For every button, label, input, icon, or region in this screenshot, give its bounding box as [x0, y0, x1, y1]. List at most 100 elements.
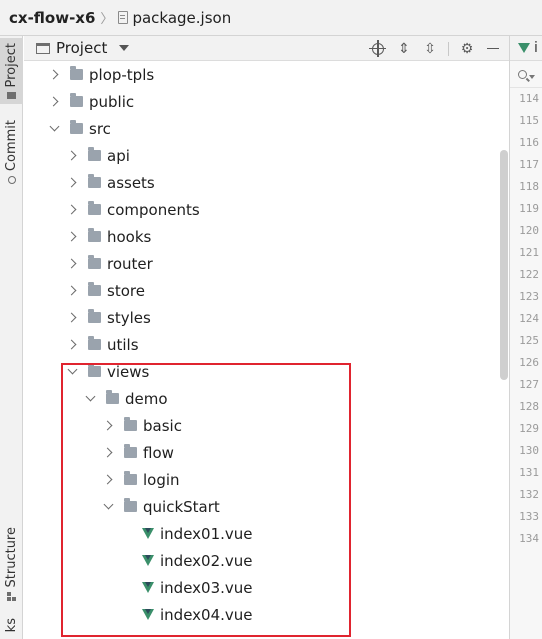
tree-folder-item[interactable]: login [24, 466, 509, 493]
folder-icon [88, 174, 101, 188]
folder-icon [88, 147, 101, 161]
tree-folder-item[interactable]: plop-tpls [24, 61, 509, 88]
folder-icon [88, 255, 101, 269]
hide-button[interactable] [485, 41, 501, 57]
chevron-right-icon[interactable] [102, 474, 114, 486]
chevron-right-icon[interactable] [66, 258, 78, 270]
tree-item-label: plop-tpls [89, 65, 155, 84]
tree-item-label: views [107, 362, 150, 381]
line-number: 127 [519, 378, 539, 391]
chevron-right-icon[interactable] [66, 204, 78, 216]
tree-folder-item[interactable]: api [24, 142, 509, 169]
breadcrumb-file[interactable]: package.json [132, 9, 231, 27]
chevron-down-icon[interactable] [48, 121, 60, 135]
tree-file-item[interactable]: index04.vue [24, 601, 509, 628]
folder-icon [88, 282, 101, 296]
tool-tab-commit[interactable]: Commit [0, 118, 23, 186]
tree-file-item[interactable]: index02.vue [24, 547, 509, 574]
chevron-right-icon[interactable] [48, 69, 60, 81]
folder-icon [88, 336, 101, 350]
tree-folder-item[interactable]: demo [24, 385, 509, 412]
tree-folder-item[interactable]: styles [24, 304, 509, 331]
vue-file-icon [518, 43, 530, 53]
tree-folder-item[interactable]: components [24, 196, 509, 223]
tree-folder-item[interactable]: hooks [24, 223, 509, 250]
tree-folder-item[interactable]: views [24, 358, 509, 385]
folder-icon [124, 498, 137, 512]
editor-search-field[interactable] [510, 61, 542, 88]
line-number: 114 [519, 92, 539, 105]
chevron-right-icon[interactable] [102, 447, 114, 459]
line-number: 134 [519, 532, 539, 545]
expand-all-button[interactable]: ⇕ [396, 41, 412, 57]
tool-tab-bookmarks-label: ks [4, 618, 19, 633]
folder-icon [124, 444, 137, 458]
structure-icon [7, 591, 16, 601]
chevron-right-icon[interactable] [66, 231, 78, 243]
tool-tab-structure[interactable]: Structure [0, 524, 23, 604]
chevron-right-icon[interactable] [102, 420, 114, 432]
tree-item-label: index01.vue [160, 524, 253, 543]
tree-folder-item[interactable]: store [24, 277, 509, 304]
chevron-down-icon[interactable] [66, 364, 78, 378]
chevron-right-icon[interactable] [66, 285, 78, 297]
editor-tab[interactable]: i [510, 36, 542, 61]
project-view-icon [36, 42, 50, 54]
line-number: 117 [519, 158, 539, 171]
project-view-title[interactable]: Project [56, 39, 107, 57]
tree-item-label: index03.vue [160, 578, 253, 597]
line-number: 133 [519, 510, 539, 523]
collapse-all-button[interactable]: ⇳ [422, 41, 438, 57]
line-number: 119 [519, 202, 539, 215]
line-number: 116 [519, 136, 539, 149]
tool-tab-bookmarks[interactable]: ks [0, 618, 23, 639]
chevron-right-icon[interactable] [66, 312, 78, 324]
select-opened-file-button[interactable] [369, 39, 386, 57]
chevron-down-icon[interactable] [119, 45, 130, 51]
tree-item-label: assets [107, 173, 155, 192]
folder-icon [88, 201, 101, 215]
tree-folder-item[interactable]: public [24, 88, 509, 115]
tree-folder-item[interactable]: assets [24, 169, 509, 196]
search-options-icon [529, 75, 535, 79]
tree-file-item[interactable]: index03.vue [24, 574, 509, 601]
tree-item-label: basic [143, 416, 182, 435]
chevron-right-icon[interactable] [66, 339, 78, 351]
editor-panel: i 114 115 116 117 118 119 120 121 122 123 124 125 12… [509, 36, 542, 639]
tool-tab-project[interactable]: Project [0, 38, 23, 104]
tree-item-label: components [107, 200, 200, 219]
tree-folder-item[interactable]: quickStart [24, 493, 509, 520]
chevron-down-icon[interactable] [102, 499, 114, 513]
commit-icon [7, 175, 16, 184]
tree-folder-item[interactable]: utils [24, 331, 509, 358]
tree-folder-item[interactable]: basic [24, 412, 509, 439]
tree-item-label: index02.vue [160, 551, 253, 570]
chevron-down-icon[interactable] [84, 391, 96, 405]
line-number: 129 [519, 422, 539, 435]
tree-item-label: router [107, 254, 153, 273]
gear-icon: ⚙ [460, 40, 474, 57]
tree-file-item[interactable]: index01.vue [24, 520, 509, 547]
line-number: 132 [519, 488, 539, 501]
expand-all-icon: ⇕ [398, 40, 410, 57]
folder-icon [124, 417, 137, 431]
tree-folder-item[interactable]: router [24, 250, 509, 277]
line-number: 118 [519, 180, 539, 193]
chevron-right-icon[interactable] [66, 150, 78, 162]
chevron-right-icon[interactable] [66, 177, 78, 189]
vue-file-icon [142, 609, 154, 620]
tree-folder-item[interactable]: src [24, 115, 509, 142]
vue-file-icon [142, 582, 154, 593]
settings-button[interactable]: ⚙ [459, 41, 475, 57]
folder-icon [88, 363, 101, 377]
collapse-all-icon: ⇳ [424, 40, 436, 57]
line-number: 124 [519, 312, 539, 325]
breadcrumb-project[interactable]: cx-flow-x6 [9, 9, 95, 27]
vue-file-icon [142, 528, 154, 539]
tree-scrollbar-thumb[interactable] [500, 150, 508, 380]
tool-tab-structure-label: Structure [4, 527, 19, 588]
search-icon [518, 69, 527, 79]
tree-item-label: utils [107, 335, 139, 354]
chevron-right-icon[interactable] [48, 96, 60, 108]
tree-folder-item[interactable]: flow [24, 439, 509, 466]
